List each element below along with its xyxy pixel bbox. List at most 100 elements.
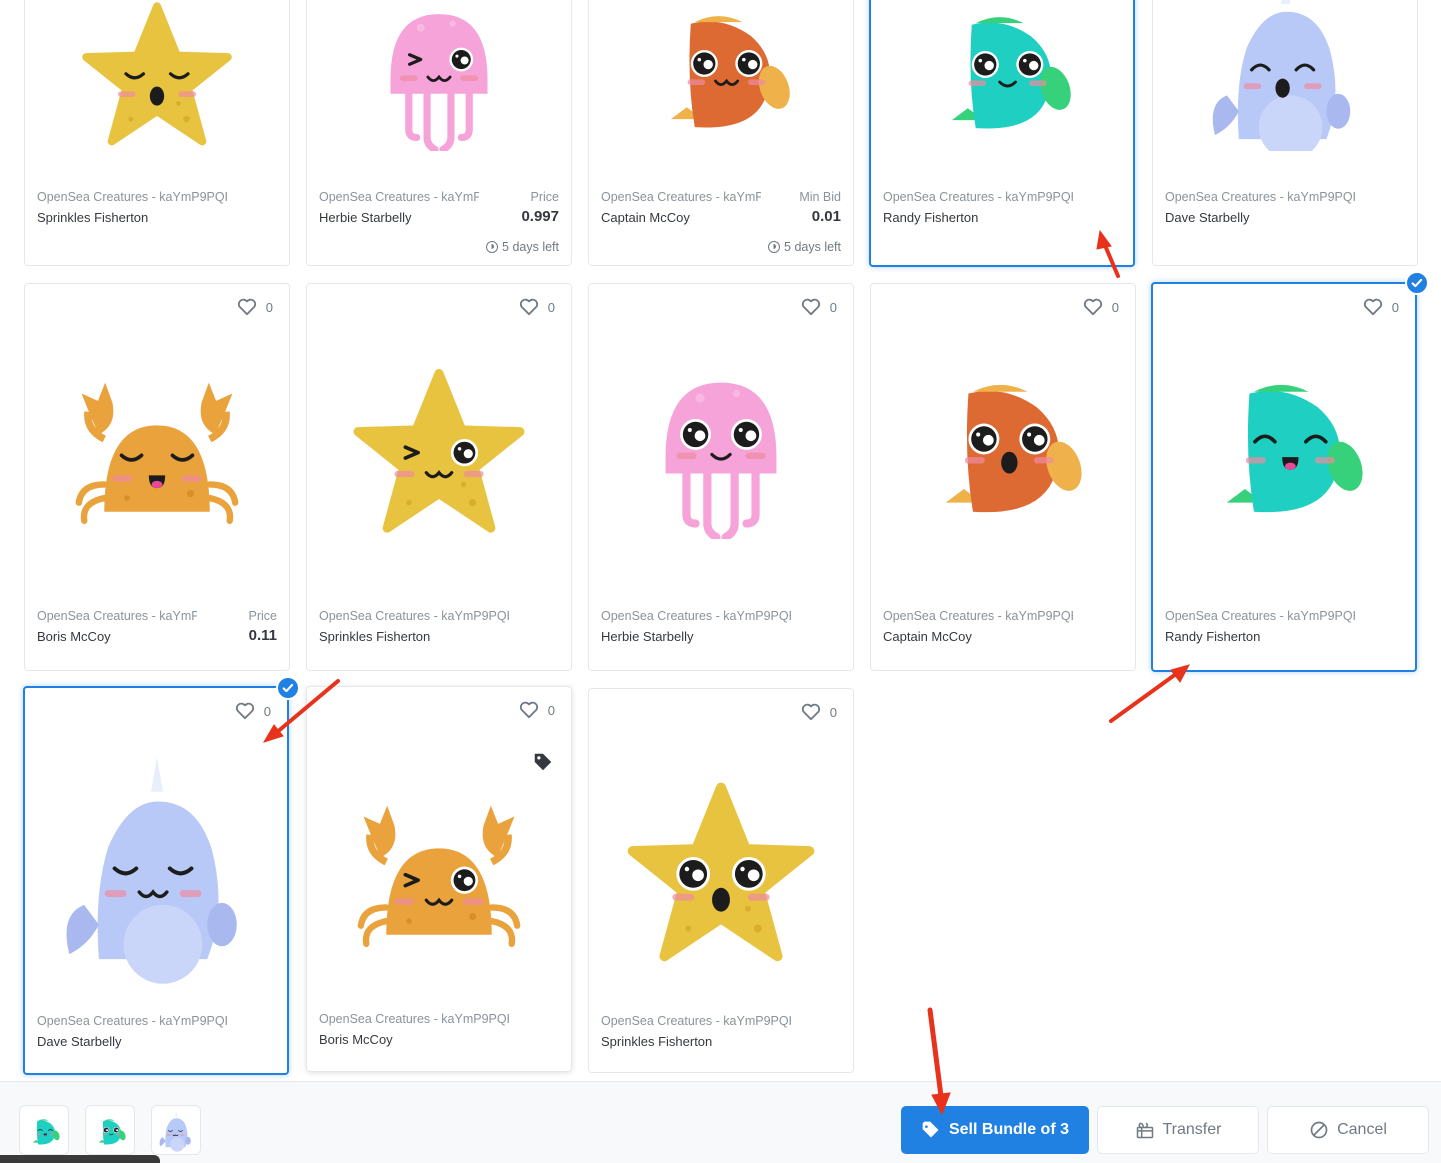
asset-card[interactable]: 0 OpenSea Creatures - kaYmP9PQHI Herbie … xyxy=(588,283,854,671)
asset-name[interactable]: Sprinkles Fisherton xyxy=(37,210,277,225)
clock-icon xyxy=(486,241,499,253)
like-count: 0 xyxy=(1111,300,1119,315)
bundle-thumbnail[interactable] xyxy=(19,1105,69,1155)
asset-card-selected[interactable]: 0 OpenSea Creatures - kaYmP9PQHI Dave St… xyxy=(23,686,289,1075)
cancel-label: Cancel xyxy=(1337,1121,1387,1138)
creature-image xyxy=(25,339,289,539)
favorite-button[interactable]: 0 xyxy=(1362,296,1399,319)
creature-image xyxy=(871,0,1133,152)
asset-name[interactable]: Herbie Starbelly xyxy=(601,629,841,644)
gift-icon xyxy=(1136,1122,1153,1139)
asset-card[interactable]: 0 OpenSea Creatures - kaYmP9PQHI Sprinkl… xyxy=(306,283,572,671)
asset-card[interactable]: OpenSea Creatures - kaYmP9PQHI Sprinkles… xyxy=(24,0,290,266)
asset-name[interactable]: Dave Starbelly xyxy=(37,1034,275,1049)
price-value: 0.997 xyxy=(521,208,559,225)
annotation-arrow xyxy=(1109,664,1190,723)
collection-name[interactable]: OpenSea Creatures - kaYmP9PQHI xyxy=(1165,609,1355,623)
asset-card-selected[interactable]: 0 OpenSea Creatures - kaYmP9PQHI Randy F… xyxy=(1151,282,1417,672)
like-count: 0 xyxy=(263,704,271,719)
creature-image xyxy=(871,339,1135,539)
heart-icon xyxy=(518,296,540,319)
favorite-button[interactable]: 0 xyxy=(518,296,555,319)
time-left-text: 5 days left xyxy=(502,240,559,254)
creature-image xyxy=(589,744,853,974)
collection-name[interactable]: OpenSea Creatures - kaYmP9 xyxy=(37,609,197,623)
asset-card[interactable]: OpenSea Creatures - kaYmP9 Captain McCoy… xyxy=(588,0,854,266)
price-label: Price xyxy=(530,190,559,204)
asset-name[interactable]: Sprinkles Fisherton xyxy=(601,1034,841,1049)
asset-card[interactable]: 0 OpenSea Creatures - kaYmP9 Boris McCoy… xyxy=(24,283,290,671)
collection-name[interactable]: OpenSea Creatures - kaYmP9PQHI xyxy=(601,609,791,623)
asset-card[interactable]: 0 OpenSea Creatures - kaYmP9PQHI Captain… xyxy=(870,283,1136,671)
favorite-button[interactable]: 0 xyxy=(800,296,837,319)
asset-name[interactable]: Boris McCoy xyxy=(319,1032,559,1047)
creature-image xyxy=(25,743,287,988)
cancel-button[interactable]: Cancel xyxy=(1267,1106,1429,1154)
favorite-button[interactable]: 0 xyxy=(234,700,271,723)
like-count: 0 xyxy=(1391,300,1399,315)
heart-icon xyxy=(1362,296,1384,319)
price-value: 0.01 xyxy=(811,208,841,225)
heart-icon xyxy=(800,296,822,319)
favorite-button[interactable]: 0 xyxy=(518,699,555,722)
favorite-button[interactable]: 0 xyxy=(1082,296,1119,319)
tag-icon xyxy=(922,1121,939,1138)
creature-image xyxy=(307,339,571,539)
collection-name[interactable]: OpenSea Creatures - kaYmP9PQHI xyxy=(37,1014,227,1028)
heart-icon xyxy=(518,699,540,722)
heart-icon xyxy=(234,700,256,723)
selected-check-icon[interactable] xyxy=(276,676,300,700)
favorite-button[interactable]: 0 xyxy=(800,701,837,724)
price-value: 0.11 xyxy=(248,627,277,644)
collection-name[interactable]: OpenSea Creatures - kaYmP9PQHI xyxy=(883,190,1073,204)
sell-bundle-label: Sell Bundle of 3 xyxy=(948,1121,1069,1138)
asset-card[interactable]: OpenSea Creatures - kaYmP9 Herbie Starbe… xyxy=(306,0,572,266)
clock-icon xyxy=(768,241,781,253)
tag-icon xyxy=(534,753,552,771)
selected-check-icon[interactable] xyxy=(1405,271,1429,295)
heart-icon xyxy=(1082,296,1104,319)
like-count: 0 xyxy=(829,705,837,720)
bundle-thumbnail[interactable] xyxy=(85,1105,135,1155)
heart-icon xyxy=(236,296,258,319)
collection-name[interactable]: OpenSea Creatures - kaYmP9PQHI xyxy=(1165,190,1355,204)
collection-name[interactable]: OpenSea Creatures - kaYmP9PQHI xyxy=(319,609,509,623)
collection-name[interactable]: OpenSea Creatures - kaYmP9 xyxy=(601,190,761,204)
asset-name[interactable]: Sprinkles Fisherton xyxy=(319,629,559,644)
transfer-label: Transfer xyxy=(1162,1121,1222,1138)
asset-selection-page: OpenSea Creatures - kaYmP9PQHI Sprinkles… xyxy=(0,0,1441,1163)
heart-icon xyxy=(800,701,822,724)
collection-name[interactable]: OpenSea Creatures - kaYmP9PQHI xyxy=(601,1014,791,1028)
asset-card[interactable]: 0 OpenSea Creatures - kaYmP9PQHI Sprinkl… xyxy=(588,688,854,1073)
asset-name[interactable]: Randy Fisherton xyxy=(883,210,1121,225)
sell-bundle-button[interactable]: Sell Bundle of 3 xyxy=(901,1106,1089,1154)
asset-card[interactable]: OpenSea Creatures - kaYmP9PQHI Dave Star… xyxy=(1152,0,1418,266)
like-count: 0 xyxy=(547,300,555,315)
asset-card[interactable]: 0 OpenSea Creatures - kaYmP9PQHI Boris M… xyxy=(306,686,572,1072)
time-left-text: 5 days left xyxy=(784,240,841,254)
collection-name[interactable]: OpenSea Creatures - kaYmP9PQHI xyxy=(319,1012,509,1026)
creature-image xyxy=(25,0,289,151)
time-left: 5 days left xyxy=(768,240,841,254)
status-tooltip xyxy=(0,1155,160,1163)
collection-name[interactable]: OpenSea Creatures - kaYmP9 xyxy=(319,190,479,204)
asset-name[interactable]: Captain McCoy xyxy=(883,629,1123,644)
creature-image xyxy=(1153,0,1417,151)
creature-image xyxy=(307,762,571,962)
asset-card-selected[interactable]: OpenSea Creatures - kaYmP9PQHI Randy Fis… xyxy=(869,0,1135,267)
asset-name[interactable]: Dave Starbelly xyxy=(1165,210,1405,225)
creature-image xyxy=(1153,339,1415,539)
time-left: 5 days left xyxy=(486,240,559,254)
favorite-button[interactable]: 0 xyxy=(236,296,273,319)
collection-name[interactable]: OpenSea Creatures - kaYmP9PQHI xyxy=(37,190,227,204)
asset-name[interactable]: Randy Fisherton xyxy=(1165,629,1403,644)
like-count: 0 xyxy=(829,300,837,315)
asset-name[interactable]: Boris McCoy xyxy=(37,629,277,644)
like-count: 0 xyxy=(547,703,555,718)
bundle-thumbnail[interactable] xyxy=(151,1105,201,1155)
transfer-button[interactable]: Transfer xyxy=(1097,1106,1259,1154)
creature-image xyxy=(589,339,853,539)
collection-name[interactable]: OpenSea Creatures - kaYmP9PQHI xyxy=(883,609,1073,623)
price-label: Min Bid xyxy=(799,190,841,204)
creature-image xyxy=(589,0,853,151)
